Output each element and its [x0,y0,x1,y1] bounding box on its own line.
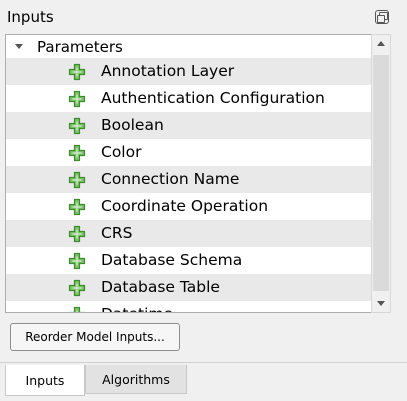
tree-item-label: Database Table [101,278,220,296]
green-plus-icon [68,171,86,189]
tree-item[interactable]: Connection Name [6,166,391,193]
green-plus-icon [68,306,86,312]
reorder-model-inputs-button[interactable]: Reorder Model Inputs... [10,323,180,351]
tree-item[interactable]: Datetime [6,301,391,312]
tree-item[interactable]: Database Schema [6,247,391,274]
green-plus-icon [68,279,86,297]
tree-items: Annotation Layer Authentication Configura… [6,58,391,312]
tree-item[interactable]: Coordinate Operation [6,193,391,220]
green-plus-icon [68,90,86,108]
tree-item-label: Connection Name [101,170,240,188]
green-plus-icon [68,117,86,135]
green-plus-icon [68,63,86,81]
tree-item[interactable]: Color [6,139,391,166]
tree-item-label: Color [101,143,142,161]
tree-item-label: Coordinate Operation [101,197,269,215]
parameters-tree[interactable]: Parameters Annotation Layer Authenticatio… [5,34,391,313]
tree-root-parameters[interactable]: Parameters [6,35,391,58]
green-plus-icon [68,144,86,162]
tree-item[interactable]: CRS [6,220,391,247]
tree-item-label: Database Schema [101,251,243,269]
tree-item[interactable]: Database Table [6,274,391,301]
tree-root-label: Parameters [37,38,123,56]
green-plus-icon [68,252,86,270]
scroll-thumb[interactable] [373,55,389,291]
panel-header: Inputs [0,0,407,34]
vertical-scrollbar[interactable] [371,34,391,313]
tab-algorithms[interactable]: Algorithms [85,365,187,394]
tree-item[interactable]: Boolean [6,112,391,139]
tree-item-label: Authentication Configuration [101,89,325,107]
green-plus-icon [68,198,86,216]
green-plus-icon [68,225,86,243]
scroll-up-arrow-icon[interactable] [372,35,390,53]
tree-item[interactable]: Authentication Configuration [6,85,391,112]
tab-inputs[interactable]: Inputs [5,365,85,396]
tree-item[interactable]: Annotation Layer [6,58,391,85]
expand-arrow-icon[interactable] [15,44,23,49]
tab-bar: Inputs Algorithms [0,362,407,401]
tree-item-label: CRS [101,224,133,242]
scroll-down-arrow-icon[interactable] [372,294,390,312]
float-panel-icon[interactable] [375,10,389,24]
panel-title: Inputs [7,8,54,26]
tree-item-label: Annotation Layer [101,62,235,80]
tree-item-label: Boolean [101,116,164,134]
tree-item-label: Datetime [101,305,173,312]
